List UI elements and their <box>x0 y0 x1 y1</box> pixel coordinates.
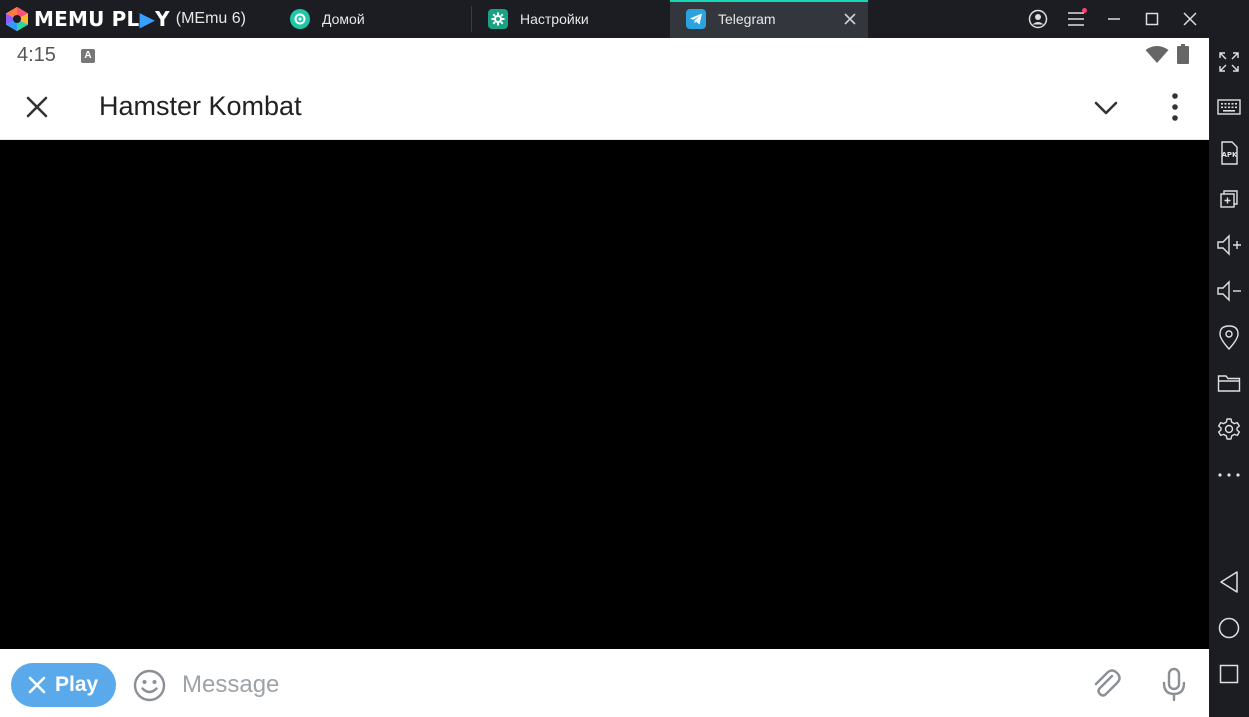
android-screen: 4:15 A Hamster Kombat Play <box>0 38 1209 717</box>
play-triangle-icon: ▶ <box>139 7 156 31</box>
folder-icon <box>1217 375 1241 392</box>
apk-icon: APK <box>1221 141 1239 165</box>
recents-icon <box>1219 664 1239 684</box>
memu-logo-icon <box>6 7 28 31</box>
minimize-icon <box>1108 18 1120 20</box>
brand-version: (MEmu 6) <box>175 10 246 27</box>
tab-home[interactable]: Домой <box>274 0 472 38</box>
tab-settings[interactable]: Настройки <box>472 0 670 38</box>
svg-text:APK: APK <box>1222 151 1239 159</box>
tab-settings-label: Настройки <box>520 11 589 27</box>
volume-down-icon <box>1217 280 1241 302</box>
settings-button[interactable] <box>1209 409 1249 449</box>
android-statusbar: 4:15 A <box>0 38 1209 74</box>
menu-button[interactable] <box>1057 0 1095 38</box>
close-icon <box>28 676 46 694</box>
battery-icon <box>1177 44 1189 64</box>
tab-telegram[interactable]: Telegram <box>670 0 868 38</box>
location-button[interactable] <box>1209 317 1249 357</box>
message-input[interactable] <box>182 667 1062 703</box>
multi-window-icon <box>1220 190 1238 208</box>
more-options-button[interactable] <box>1209 455 1249 495</box>
location-icon <box>1219 325 1239 350</box>
more-icon <box>1218 473 1240 477</box>
android-home-button[interactable] <box>1209 608 1249 648</box>
notification-dot <box>1082 8 1087 13</box>
close-window-button[interactable] <box>1171 0 1209 38</box>
page-title: Hamster Kombat <box>99 91 302 121</box>
play-button-label: Play <box>55 673 99 696</box>
minimize-button[interactable] <box>1095 0 1133 38</box>
chevron-down-icon[interactable] <box>1092 94 1120 122</box>
keyboard-icon <box>1217 99 1241 115</box>
window-titlebar: MEMU PL▶Y (MEmu 6) Домой Настройки Teleg… <box>0 0 1249 38</box>
status-a-badge: A <box>81 49 95 63</box>
status-time: 4:15 <box>17 44 56 66</box>
message-input-bar: Play <box>0 649 1209 717</box>
tab-close-icon[interactable] <box>842 11 858 27</box>
account-button[interactable] <box>1019 0 1057 38</box>
maximize-button[interactable] <box>1133 0 1171 38</box>
multi-instance-button[interactable] <box>1209 179 1249 219</box>
wifi-icon <box>1145 46 1169 63</box>
emoji-icon[interactable] <box>133 669 166 702</box>
android-recents-button[interactable] <box>1209 654 1249 694</box>
volume-up-button[interactable] <box>1209 225 1249 265</box>
close-webapp-icon[interactable] <box>22 92 52 122</box>
settings-gear-icon <box>488 9 508 29</box>
tab-telegram-label: Telegram <box>718 11 776 27</box>
tab-home-label: Домой <box>322 11 365 27</box>
brand-name: MEMU PL▶Y <box>34 7 170 31</box>
fullscreen-button[interactable] <box>1209 42 1249 82</box>
shared-folder-button[interactable] <box>1209 363 1249 403</box>
back-icon <box>1220 571 1238 593</box>
hamburger-menu-icon <box>1068 12 1084 26</box>
volume-up-icon <box>1217 234 1241 256</box>
attach-paperclip-icon[interactable] <box>1090 667 1122 701</box>
app-brand: MEMU PL▶Y (MEmu 6) <box>0 0 274 38</box>
microphone-icon[interactable] <box>1160 667 1188 703</box>
settings-icon <box>1218 418 1240 440</box>
play-button[interactable]: Play <box>11 663 116 707</box>
home-circle-icon <box>1218 617 1240 639</box>
account-icon <box>1028 9 1048 29</box>
close-icon <box>1183 12 1197 26</box>
volume-down-button[interactable] <box>1209 271 1249 311</box>
emulator-side-toolbar: APK <box>1209 0 1249 717</box>
keyboard-button[interactable] <box>1209 87 1249 127</box>
webapp-content-area[interactable] <box>0 141 1209 649</box>
telegram-icon <box>686 9 706 29</box>
android-back-button[interactable] <box>1209 562 1249 602</box>
maximize-icon <box>1145 12 1159 26</box>
telegram-webapp-header: Hamster Kombat <box>0 74 1209 140</box>
fullscreen-icon <box>1219 52 1239 72</box>
install-apk-button[interactable]: APK <box>1209 133 1249 173</box>
more-vertical-icon[interactable] <box>1162 92 1188 122</box>
home-icon <box>290 9 310 29</box>
